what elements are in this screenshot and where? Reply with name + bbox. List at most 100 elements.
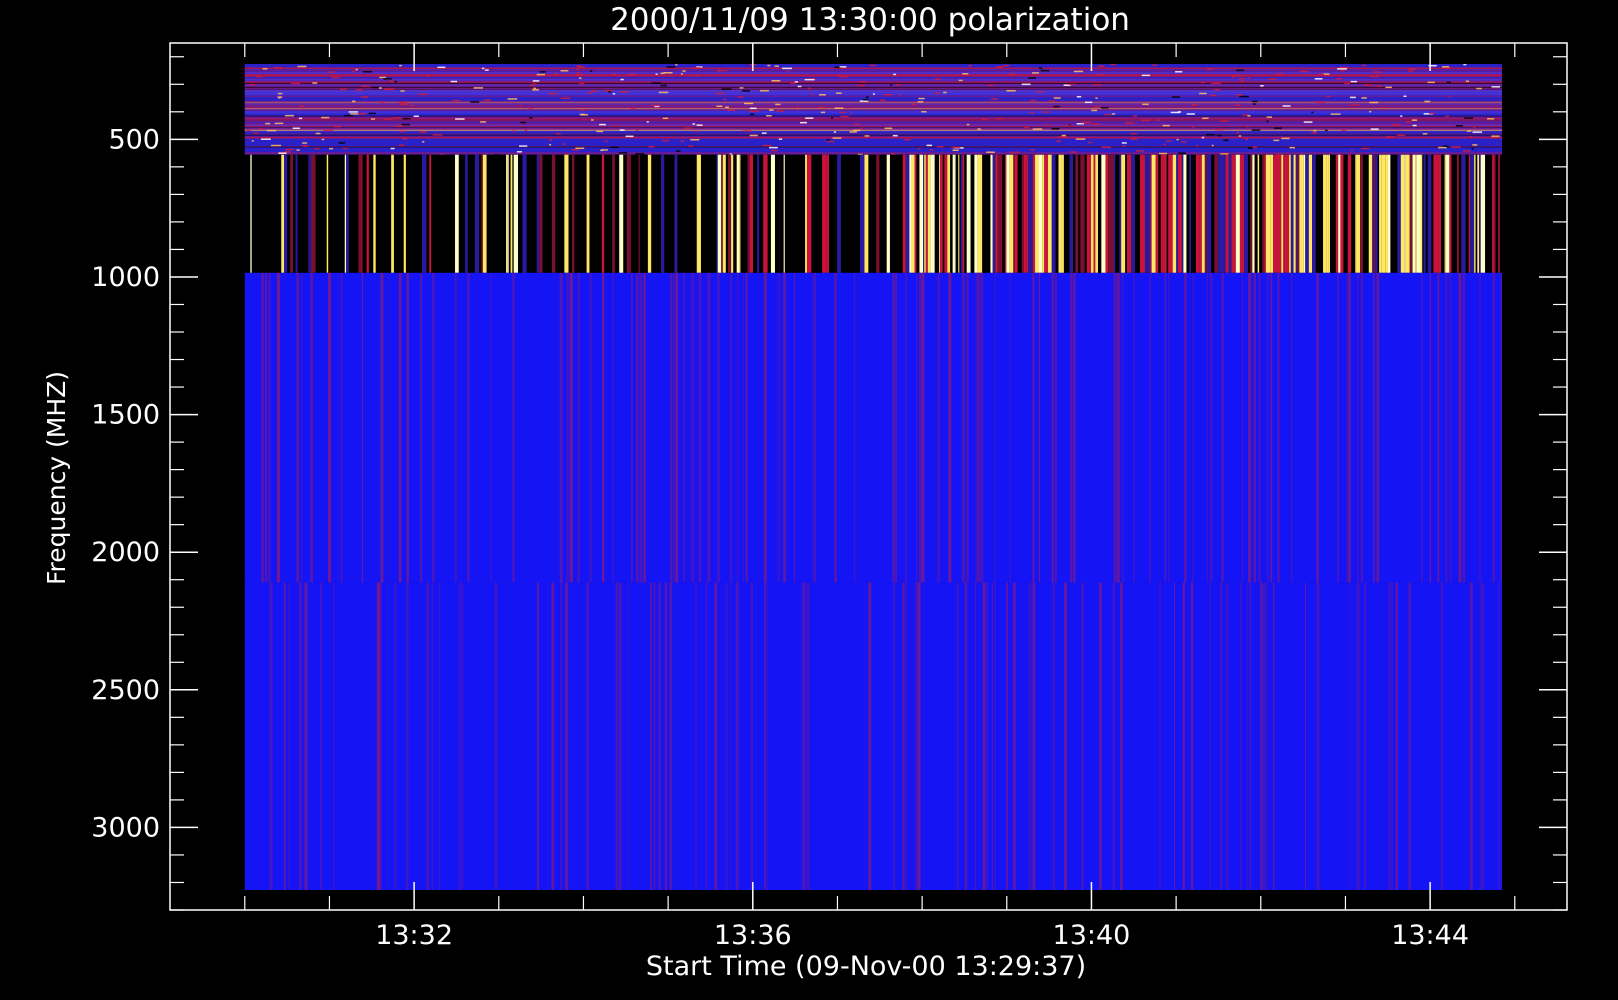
band-high2-stripe: [985, 582, 988, 890]
band-low-speck: [1411, 119, 1418, 121]
band-low-speck: [1036, 91, 1044, 93]
band-mid-burst: [990, 154, 993, 273]
band-low-speck: [929, 149, 934, 151]
band-low-speck: [1241, 79, 1244, 82]
band-low-speck: [680, 73, 683, 75]
band-low-speck: [903, 138, 911, 141]
y-tick-label: 500: [108, 124, 160, 155]
band-low-speck: [297, 65, 307, 68]
band-high1-stripe: [742, 272, 744, 583]
band-high2-stripe: [376, 582, 381, 890]
band-mid-burst: [944, 154, 948, 273]
band-high1-stripe: [1168, 272, 1170, 583]
band-low-speck: [413, 115, 419, 118]
band-high2-stripe: [1469, 582, 1473, 890]
y-axis-label: Frequency (MHZ): [42, 371, 71, 585]
band-mid-burst: [1023, 154, 1027, 273]
band-high2-stripe: [1119, 582, 1123, 890]
band-high1-stripe: [895, 272, 897, 583]
band-low-speck: [399, 144, 405, 146]
band-low-speck: [450, 80, 458, 83]
band-high2-stripe: [494, 582, 498, 890]
band-high2-stripe: [905, 582, 908, 890]
band-high1-stripe: [1184, 272, 1187, 583]
band-low-speck: [951, 146, 961, 149]
band-mid-burst: [1035, 154, 1039, 273]
band-low-speck: [599, 123, 606, 126]
band-mid-burst: [1379, 154, 1382, 273]
band-low-speck: [1476, 87, 1482, 90]
band-low-speck: [771, 80, 781, 82]
band-mid-burst: [551, 154, 556, 273]
band-high2-stripe: [914, 582, 918, 890]
band-high1-stripe: [643, 272, 646, 583]
band-high2-stripe: [669, 582, 673, 890]
band-mid-burst: [1189, 154, 1192, 273]
band-low-speck: [548, 92, 558, 95]
band-high1-stripe: [1258, 272, 1261, 583]
band-low-speck: [379, 76, 386, 79]
spectrogram-chart: 500 1000 1500 2000 2500 3000 13:32 13:36 13:40 13…: [0, 0, 1618, 1000]
band-low-speck: [636, 129, 639, 132]
band-high2-stripe: [893, 582, 895, 890]
band-low-streak: [244, 122, 1502, 125]
y-tick-label: 1500: [91, 400, 160, 431]
band-high2-stripe: [1006, 582, 1008, 890]
band-mid-burst: [1498, 154, 1500, 273]
band-low-speck: [1206, 68, 1213, 70]
band-low-speck: [767, 64, 771, 67]
band-low-speck: [1247, 147, 1253, 150]
band-mid-burst: [1204, 154, 1207, 273]
band-high1-stripe: [1373, 272, 1375, 583]
band-mid-burst: [943, 154, 945, 273]
band-low-speck: [1030, 149, 1035, 151]
band-low-speck: [290, 82, 301, 85]
band-low-speck: [694, 74, 698, 77]
band-high1-stripe: [977, 272, 981, 583]
band-low-speck: [452, 99, 461, 102]
band-low-speck: [480, 121, 487, 123]
band-high1-stripe: [406, 272, 409, 583]
band-low-speck: [742, 130, 752, 132]
band-low-speck: [1247, 115, 1251, 117]
band-mid-burst: [1480, 154, 1486, 273]
band-mid-burst: [966, 154, 971, 273]
band-mid-burst: [930, 154, 935, 273]
band-mid-burst: [1296, 154, 1300, 273]
band-high1-stripe: [948, 272, 952, 583]
band-high1-stripe: [777, 272, 781, 583]
band-high1-stripe: [1462, 272, 1466, 583]
band-high2-stripe: [1190, 582, 1194, 890]
band-low-speck: [849, 131, 857, 133]
band-low-streak: [244, 93, 1502, 96]
band-low-speck: [1252, 103, 1256, 105]
band-high1-stripe: [675, 272, 679, 583]
band-mid-burst: [1038, 154, 1043, 273]
band-mid-burst: [1471, 154, 1475, 273]
band-high2-stripe: [551, 582, 555, 890]
band-high2-stripe: [586, 582, 589, 890]
band-mid-burst: [1303, 154, 1306, 273]
band-low-speck: [1370, 128, 1379, 130]
band-low-speck: [651, 82, 662, 84]
band-mid-burst: [925, 154, 928, 273]
band-low-speck: [864, 135, 870, 137]
band-high2-stripe: [1388, 582, 1391, 890]
band-low-speck: [575, 73, 584, 76]
band-low-speck: [1111, 113, 1116, 115]
band-high2-stripe: [1028, 582, 1030, 890]
band-high1-stripe: [1113, 272, 1117, 583]
band-low-speck: [298, 117, 303, 120]
band-low-speck: [1447, 95, 1450, 97]
band-low-speck: [1084, 101, 1093, 104]
band-high1-stripe: [707, 272, 711, 583]
band-mid-burst: [1172, 154, 1177, 273]
band-high2-stripe: [1081, 582, 1084, 890]
band-mid-burst: [564, 154, 569, 273]
band-low-speck: [782, 67, 793, 70]
band-low-speck: [896, 84, 901, 86]
band-mid-burst: [837, 154, 841, 273]
band-high1-stripe: [1267, 272, 1269, 583]
band-low-speck: [361, 85, 370, 88]
band-mid-burst: [1221, 154, 1226, 273]
